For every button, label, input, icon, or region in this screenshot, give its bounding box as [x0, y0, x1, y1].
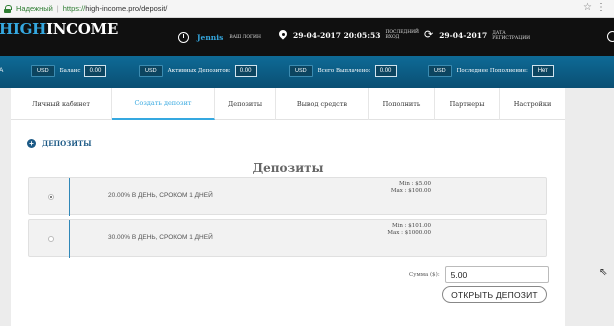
- stat-label: Всего Выплачено:: [317, 68, 371, 74]
- mouse-cursor-icon: ⇖: [599, 267, 608, 278]
- plan-option[interactable]: 30.00% В ДЕНЬ, СРОКОМ 1 ДНЕЙ Min : $101.…: [28, 219, 547, 258]
- site-logo[interactable]: HIGHINCOME: [0, 20, 118, 38]
- tab-deposits[interactable]: Депозиты: [215, 88, 276, 120]
- plan-min: Min : $5.00: [398, 181, 431, 187]
- tab-top-up[interactable]: Пополнить: [369, 88, 435, 120]
- stat-total-paid: USD Всего Выплачено: 0.00: [289, 65, 397, 77]
- section-header: + ДЕПОЗИТЫ: [27, 139, 92, 148]
- plan-name: 20.00% В ДЕНЬ, СРОКОМ 1 ДНЕЙ: [108, 192, 213, 199]
- site-header: HIGHINCOME Jennis ВАШ ЛОГИН 29-04-2017 2…: [0, 18, 614, 56]
- stat-active-deposits: USD Активных Депозитов: 0.00: [139, 65, 257, 77]
- plan-radio[interactable]: [48, 194, 54, 200]
- sum-row: Сумма ($):: [409, 266, 549, 283]
- stat-value: 0.00: [84, 65, 107, 77]
- registration-info: ⟳ 29-04-2017 ДАТА РЕГИСТРАЦИИ: [424, 29, 531, 41]
- open-deposit-button[interactable]: ОТКРЫТЬ ДЕПОЗИТ: [442, 286, 547, 303]
- sum-label: Сумма ($):: [409, 271, 440, 278]
- url-protocol[interactable]: https://: [63, 4, 86, 13]
- plan-option[interactable]: 20.00% В ДЕНЬ, СРОКОМ 1 ДНЕЙ Min : $5.00…: [28, 177, 547, 216]
- stat-value: Нет: [531, 65, 554, 77]
- user-info: Jennis ВАШ ЛОГИН: [178, 32, 261, 43]
- currency-badge: USD: [139, 65, 163, 77]
- stat-label: Баланс: [59, 68, 81, 74]
- secure-label: Надежный: [16, 4, 53, 13]
- plan-limits: Min : $101.00 Max : $1000.00: [365, 223, 431, 237]
- bookmark-star-icon[interactable]: ☆: [583, 2, 592, 13]
- tab-settings[interactable]: Настройки: [500, 88, 565, 120]
- currency-badge: USD: [428, 65, 452, 77]
- sum-input[interactable]: [444, 266, 549, 283]
- plan-max: Max : $1000.00: [387, 230, 431, 236]
- plus-circle-icon: +: [27, 139, 36, 148]
- tab-withdraw[interactable]: Вывод средств: [276, 88, 369, 120]
- browser-menu-icon[interactable]: ⋮: [596, 2, 606, 13]
- logo-high: HIGH: [0, 20, 46, 38]
- username: Jennis: [197, 33, 224, 42]
- username-caption: ВАШ ЛОГИН: [229, 35, 261, 40]
- section-title: ДЕПОЗИТЫ: [42, 139, 92, 148]
- tab-dashboard[interactable]: Личный кабинет: [11, 88, 112, 120]
- address-separator: |: [56, 4, 59, 13]
- url-path[interactable]: high-income.pro/deposit/: [85, 4, 167, 13]
- lock-icon: [4, 4, 12, 13]
- account-tabs: Личный кабинет Создать депозит Депозиты …: [11, 88, 565, 120]
- deposits-heading: Депозиты: [252, 161, 324, 175]
- plan-divider: [69, 178, 70, 216]
- plan-radio[interactable]: [48, 236, 54, 242]
- last-login-info: 29-04-2017 20:05:53 ПОСЛЕДНИЙ ВХОД: [279, 30, 419, 40]
- account-stats-bar: A USD Баланс 0.00 USD Активных Депозитов…: [0, 56, 614, 88]
- clock-icon: [178, 32, 189, 43]
- stat-balance: USD Баланс 0.00: [31, 65, 107, 77]
- stat-last-deposit: USD Последнее Пополнение: Нет: [428, 65, 554, 77]
- tab-create-deposit[interactable]: Создать депозит: [112, 88, 215, 120]
- currency-badge: USD: [31, 65, 55, 77]
- stat-label: Активных Депозитов:: [167, 68, 231, 74]
- plan-name: 30.00% В ДЕНЬ, СРОКОМ 1 ДНЕЙ: [108, 234, 213, 241]
- logo-income: INCOME: [45, 20, 118, 38]
- stat-value: 0.00: [234, 65, 257, 77]
- tab-partners[interactable]: Партнеры: [435, 88, 500, 120]
- stat-label: Последнее Пополнение:: [456, 68, 528, 74]
- last-login-caption: ПОСЛЕДНИЙ ВХОД: [385, 30, 419, 40]
- browser-address-bar[interactable]: Надежный | https:// high-income.pro/depo…: [0, 0, 614, 18]
- plan-min: Min : $101.00: [391, 223, 431, 229]
- last-login-datetime: 29-04-2017 20:05:53: [293, 30, 381, 40]
- logout-power-icon[interactable]: [607, 31, 614, 42]
- plan-max: Max : $100.00: [390, 188, 431, 194]
- registration-caption: ДАТА РЕГИСТРАЦИИ: [492, 30, 531, 41]
- currency-badge: USD: [289, 65, 313, 77]
- refresh-icon: ⟳: [424, 29, 434, 41]
- main-panel: Личный кабинет Создать депозит Депозиты …: [11, 88, 565, 326]
- location-pin-icon: [279, 30, 287, 40]
- registration-date: 29-04-2017: [439, 31, 488, 40]
- plan-divider: [69, 220, 70, 258]
- stats-edge-label: A: [0, 67, 4, 74]
- stat-value: 0.00: [374, 65, 397, 77]
- plan-limits: Min : $5.00 Max : $100.00: [365, 181, 431, 195]
